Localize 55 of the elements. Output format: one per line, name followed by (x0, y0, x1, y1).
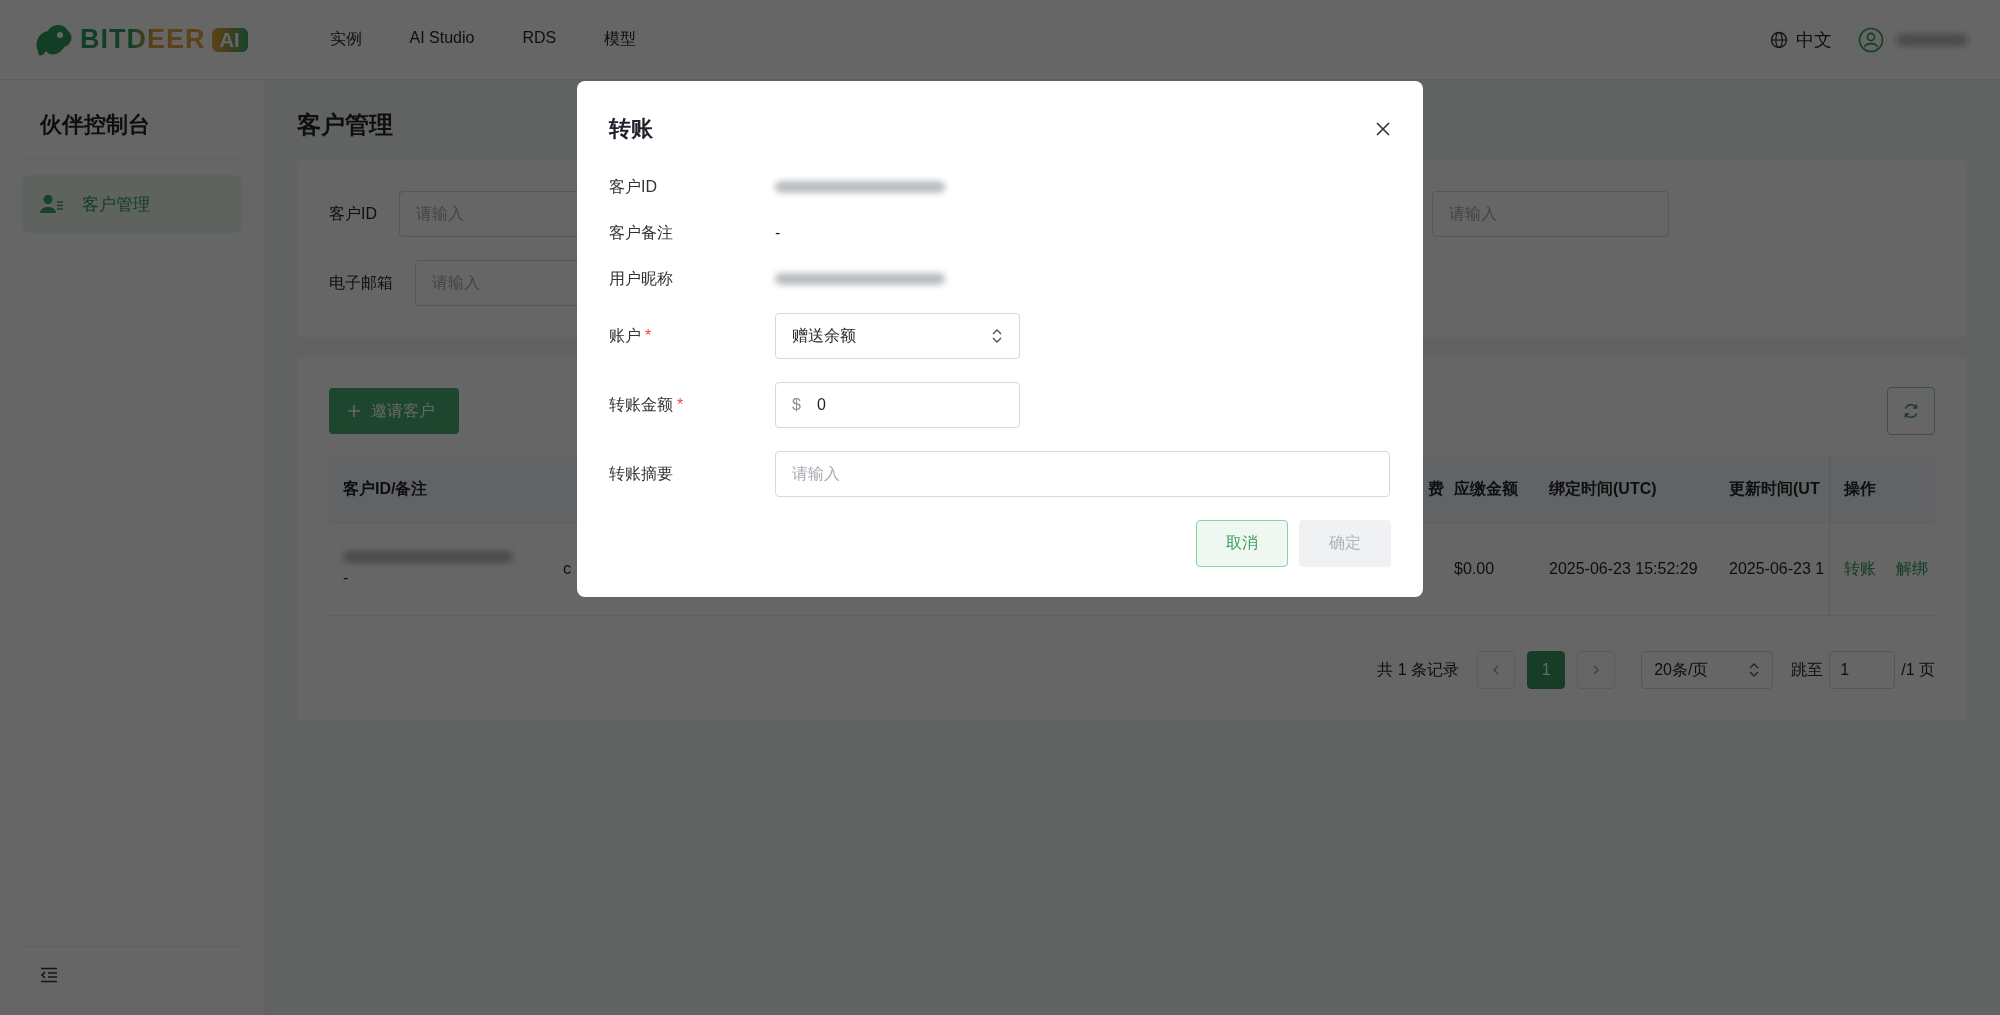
jump-label: 跳至 (1791, 659, 1824, 680)
nav-link[interactable]: 模型 (584, 29, 665, 50)
nav-link[interactable]: 实例 (309, 29, 390, 50)
action-link[interactable]: 转账 (1844, 558, 1876, 580)
next-page-button[interactable] (1577, 651, 1616, 689)
nav-link[interactable]: AI Studio (389, 29, 503, 50)
total-count: 共 1 条记录 (1377, 659, 1460, 680)
field-label: 客户ID (329, 203, 377, 224)
table-cell: - (343, 569, 349, 587)
table-cell: c (563, 560, 571, 578)
nav-link[interactable]: RDS (502, 29, 585, 50)
field-value: - (775, 224, 781, 242)
column-header: 操作 (1844, 478, 1876, 499)
column-header: 绑定时间(UTC) (1549, 478, 1657, 499)
required-mark: * (677, 395, 684, 413)
collapse-menu-icon[interactable] (40, 967, 58, 983)
sidebar-title: 伙伴控制台 (38, 111, 151, 139)
column-header: 客户ID/备注 (343, 478, 428, 499)
account-select[interactable]: 赠送余额 (775, 313, 1020, 359)
field-label: 转账摘要 (609, 464, 673, 482)
logo-badge: AI (211, 27, 248, 52)
field-label: 转账金额 (609, 395, 673, 413)
language-menu[interactable]: 中文 (1796, 27, 1832, 52)
up-down-caret-icon (991, 328, 1003, 344)
globe-icon[interactable] (1770, 30, 1788, 49)
amount-field[interactable]: $ 0 (775, 382, 1020, 428)
column-header: 更新时间(UT (1729, 478, 1820, 499)
page-count: /1 页 (1901, 659, 1935, 680)
field-label: 用户昵称 (609, 268, 674, 289)
field-label: 账户 (609, 326, 641, 344)
table-cell: 2025-06-23 15:52:29 (1549, 560, 1698, 578)
user-list-icon (40, 194, 64, 214)
sidebar-item[interactable]: 客户管理 (22, 175, 242, 233)
close-icon[interactable] (1375, 121, 1391, 137)
page-size-select[interactable]: 20条/页 (1641, 651, 1774, 689)
field-label: 电子邮箱 (329, 272, 393, 293)
page-title: 客户管理 (297, 110, 393, 140)
refresh-icon (1902, 402, 1920, 420)
plus-icon (347, 404, 361, 418)
action-link[interactable]: 解绑 (1896, 558, 1928, 580)
invite-button[interactable]: 邀请客户 (329, 388, 459, 434)
column-header: 应缴金额 (1454, 478, 1518, 499)
up-down-caret-icon (1748, 662, 1761, 678)
summary-field[interactable]: 请输入 (775, 451, 1390, 497)
table-cell: 2025-06-23 1 (1729, 560, 1825, 578)
table-cell: $0.00 (1454, 560, 1495, 578)
prev-page-button[interactable] (1477, 651, 1516, 689)
page-button[interactable]: 1 (1527, 651, 1566, 689)
required-mark: * (645, 326, 652, 344)
user-avatar-icon[interactable] (1858, 26, 1884, 53)
refresh-button[interactable] (1887, 387, 1935, 435)
cancel-button[interactable]: 取消 (1196, 520, 1288, 567)
page-jump-field[interactable]: 1 (1829, 651, 1896, 689)
dialog-title: 转账 (609, 115, 653, 143)
column-header: 费 (1428, 478, 1444, 499)
